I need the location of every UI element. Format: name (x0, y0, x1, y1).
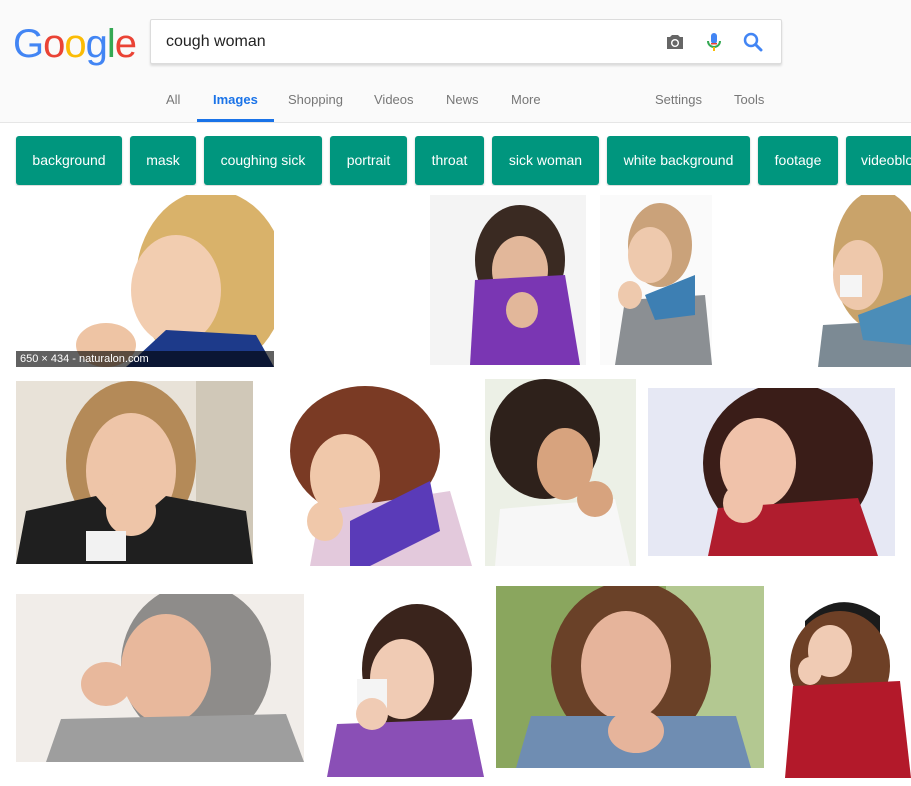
image-result[interactable] (430, 195, 586, 365)
image-caption: 650 × 434 - naturalon.com (16, 351, 274, 367)
image-result[interactable] (648, 388, 895, 556)
chip-portrait[interactable]: portrait (330, 136, 407, 185)
chip-white-background[interactable]: white background (607, 136, 750, 185)
chip-background[interactable]: background (16, 136, 122, 185)
camera-icon[interactable] (663, 30, 687, 54)
chip-videoblocks[interactable]: videoblocks (846, 136, 911, 185)
logo-letter: l (106, 22, 116, 66)
image-result[interactable]: 650 × 434 - naturalon.com (16, 195, 274, 367)
photo-woman-outdoor-blue-sweater (496, 586, 764, 768)
search-tabs: All Images Shopping Videos News More Set… (0, 78, 911, 122)
photo-woman-grey-hair (16, 594, 304, 762)
related-search-chips: background mask coughing sick portrait t… (0, 136, 911, 186)
photo-woman-red-hair-purple-scarf (280, 381, 472, 566)
tab-more[interactable]: More (511, 78, 541, 122)
photo-woman-black-beanie (785, 586, 911, 778)
photo-woman-blue-scarf-grey-top (600, 195, 712, 365)
search-icon[interactable] (741, 30, 765, 54)
header: Google All Images Shopping Videos News M… (0, 0, 911, 123)
chip-coughing-sick[interactable]: coughing sick (204, 136, 322, 185)
tab-videos[interactable]: Videos (374, 78, 414, 122)
tab-shopping[interactable]: Shopping (288, 78, 343, 122)
logo-letter: g (85, 22, 108, 66)
photo-woman-tissue-blue-scarf (818, 195, 911, 367)
image-result[interactable] (785, 586, 911, 778)
image-result[interactable] (16, 381, 253, 564)
photo-woman-purple-top (430, 195, 586, 365)
image-result[interactable] (600, 195, 712, 365)
chip-sick-woman[interactable]: sick woman (492, 136, 599, 185)
image-result[interactable] (16, 594, 304, 762)
search-box (150, 19, 782, 64)
logo-letter: e (114, 22, 137, 66)
logo-letter: G (13, 22, 44, 66)
microphone-icon[interactable] (702, 30, 726, 54)
image-result[interactable] (322, 599, 484, 777)
search-input[interactable] (166, 31, 646, 53)
photo-woman-red-scarf (648, 388, 895, 556)
chip-mask[interactable]: mask (130, 136, 196, 185)
tab-tools[interactable]: Tools (734, 78, 764, 122)
tab-images[interactable]: Images (197, 78, 274, 122)
photo-woman-black-blazer (16, 381, 253, 564)
logo-letter: o (43, 22, 65, 66)
image-result[interactable] (485, 379, 636, 566)
photo-woman-tissue-purple-scarf (322, 599, 484, 777)
image-result[interactable] (496, 586, 764, 768)
logo-letter: o (64, 22, 86, 66)
tab-all[interactable]: All (166, 78, 180, 122)
chip-throat[interactable]: throat (415, 136, 484, 185)
image-result[interactable] (280, 381, 472, 566)
photo-woman-brown-hair-white-shirt (485, 379, 636, 566)
tab-news[interactable]: News (446, 78, 479, 122)
image-result[interactable] (818, 195, 911, 367)
tab-settings[interactable]: Settings (655, 78, 702, 122)
photo-woman-blonde-blue-scarf (16, 195, 274, 367)
google-logo[interactable]: Google (13, 22, 137, 67)
chip-footage[interactable]: footage (758, 136, 838, 185)
